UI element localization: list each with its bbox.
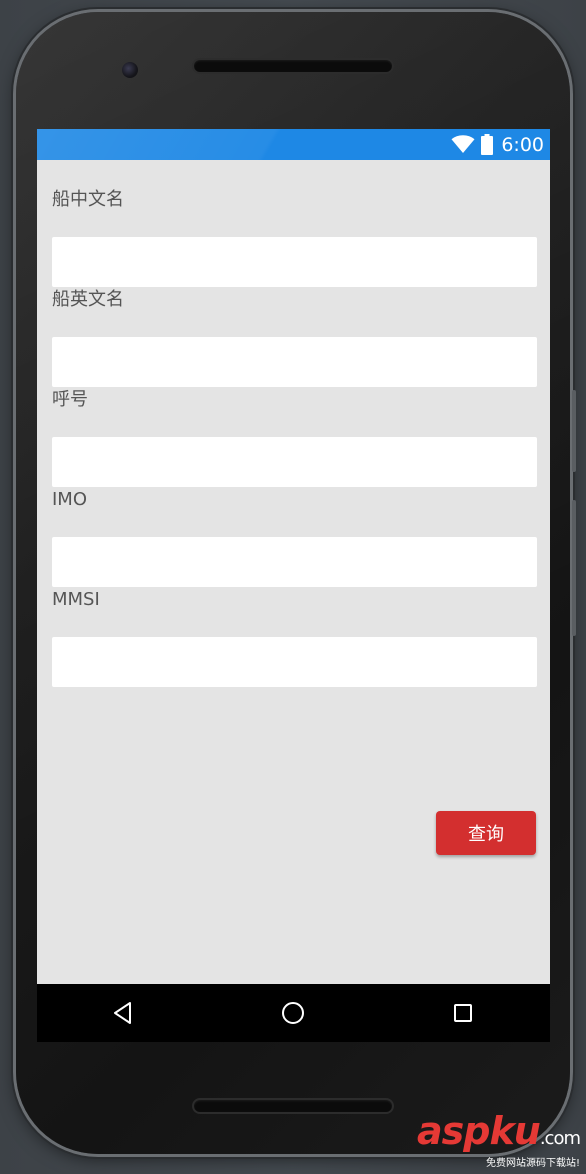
status-time: 6:00 (501, 133, 544, 156)
bottom-speaker (194, 1100, 392, 1112)
call-sign-label: 呼号 (52, 389, 88, 410)
page: 6:00 船中文名 船英文名 呼号 IMO MMSI 查询 aspku.com … (0, 0, 586, 1174)
top-speaker (194, 60, 392, 72)
imo-label: IMO (52, 489, 88, 510)
home-circle-icon[interactable] (263, 984, 323, 1042)
query-button[interactable]: 查询 (436, 811, 536, 855)
english-name-label: 船英文名 (52, 289, 124, 310)
chinese-name-input[interactable] (52, 237, 537, 287)
phone-frame: 6:00 船中文名 船英文名 呼号 IMO MMSI 查询 (16, 12, 576, 1154)
mmsi-input[interactable] (52, 637, 537, 687)
app-screen: 6:00 船中文名 船英文名 呼号 IMO MMSI 查询 (37, 129, 550, 1042)
site-watermark: aspku.com 免费网站源码下载站! (417, 1109, 581, 1170)
navigation-bar (37, 984, 550, 1042)
power-button (572, 500, 576, 636)
mmsi-label: MMSI (52, 589, 100, 610)
battery-icon (481, 134, 494, 155)
volume-button (572, 390, 576, 472)
recents-square-icon[interactable] (433, 984, 493, 1042)
back-triangle-icon[interactable] (93, 984, 153, 1042)
watermark-logo: aspku.com (417, 1109, 581, 1153)
status-bar: 6:00 (37, 129, 550, 160)
front-camera (122, 62, 138, 78)
wifi-icon (451, 135, 475, 154)
english-name-input[interactable] (52, 337, 537, 387)
watermark-tagline: 免费网站源码下载站! (485, 1158, 580, 1169)
imo-input[interactable] (52, 537, 537, 587)
chinese-name-label: 船中文名 (52, 189, 124, 210)
call-sign-input[interactable] (52, 437, 537, 487)
